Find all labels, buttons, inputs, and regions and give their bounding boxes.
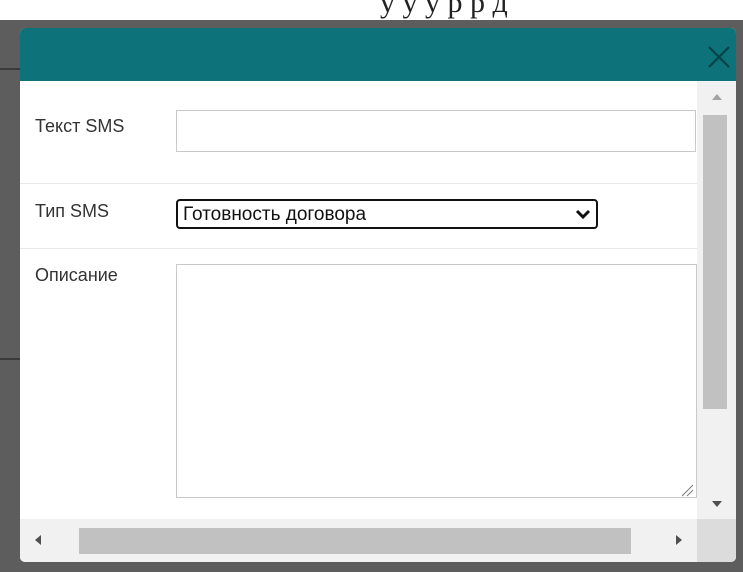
background-header: у у у р р д [0,0,743,20]
close-button[interactable] [700,38,736,74]
scroll-right-arrow-icon[interactable] [674,533,684,547]
sms-type-selected-value: Готовность договора [183,204,367,225]
description-textarea[interactable] [176,264,697,498]
vertical-scrollbar[interactable] [697,81,736,519]
scrollbar-corner [697,519,736,562]
background-partial-text: у у у р р д [380,0,508,19]
background-divider [0,68,20,70]
chevron-down-icon [575,209,591,220]
sms-text-input[interactable] [176,110,696,152]
sms-dialog: Текст SMS Тип SMS Готовность договора Оп… [20,28,736,562]
scroll-left-arrow-icon[interactable] [33,533,43,547]
scroll-down-arrow-icon[interactable] [710,500,724,510]
dialog-content: Текст SMS Тип SMS Готовность договора Оп… [20,81,697,519]
description-label: Описание [35,265,118,285]
sms-type-label: Тип SMS [35,201,110,221]
horizontal-scroll-thumb[interactable] [79,528,631,554]
sms-type-select[interactable]: Готовность договора [176,199,598,229]
close-icon [708,46,730,68]
dialog-title-bar [20,28,736,81]
resize-grip-icon[interactable] [680,483,694,497]
sms-text-label: Текст SMS [35,116,125,136]
horizontal-scrollbar[interactable] [20,519,697,562]
scroll-up-arrow-icon[interactable] [710,91,724,101]
background-divider [0,358,20,360]
sms-text-row: Текст SMS [20,81,697,184]
vertical-scroll-thumb[interactable] [703,115,727,409]
